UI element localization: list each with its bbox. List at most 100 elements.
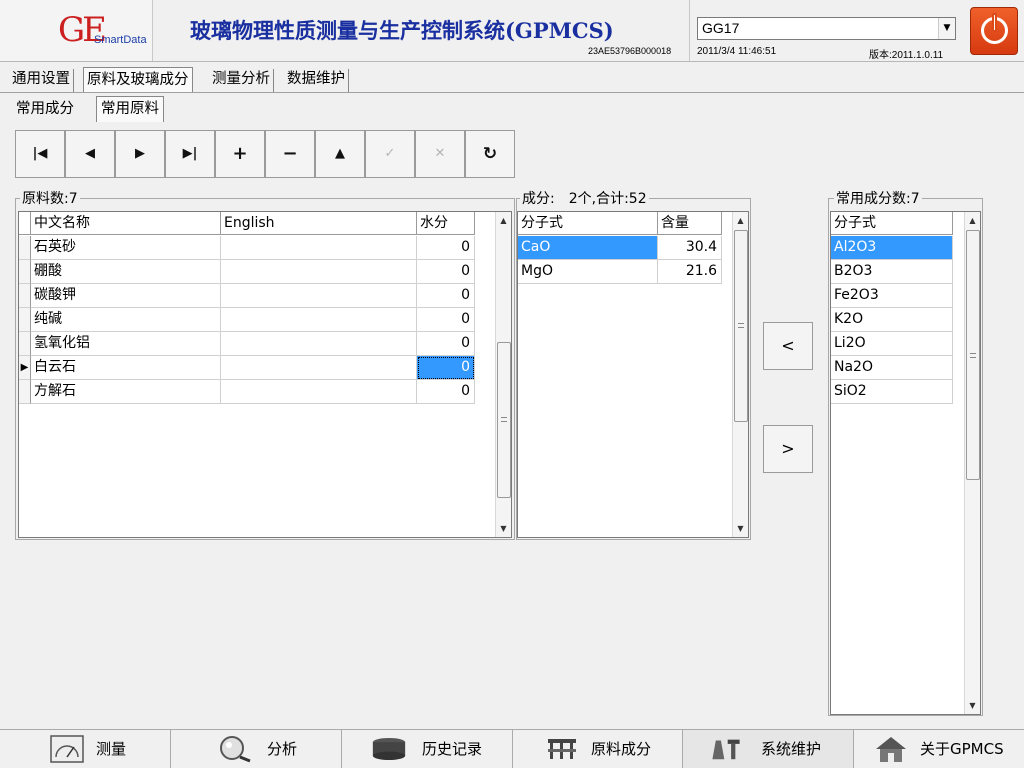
tab-measurement-analysis[interactable]: 测量分析 bbox=[209, 69, 274, 92]
subtab-common-components[interactable]: 常用成分 bbox=[13, 98, 77, 122]
table-row-name[interactable]: 石英砂 bbox=[31, 236, 221, 260]
table-row-name[interactable]: 硼酸 bbox=[31, 260, 221, 284]
config-select-value: GG17 bbox=[702, 20, 740, 36]
prev-record-button[interactable]: ◀ bbox=[65, 130, 115, 178]
last-record-button[interactable]: ▶| bbox=[165, 130, 215, 178]
nav-measure-button[interactable]: 测量 bbox=[0, 730, 171, 768]
scroll-up-icon[interactable]: ▲ bbox=[733, 212, 748, 229]
common-components-count-label: 常用成分数:7 bbox=[834, 191, 922, 207]
table-row-moisture[interactable]: 0 bbox=[417, 332, 475, 356]
table-row-moisture[interactable]: 0 bbox=[417, 236, 475, 260]
list-item[interactable]: K2O bbox=[831, 308, 953, 332]
common-components-grid[interactable]: 分子式 Al2O3 B2O3 Fe2O3 K2O Li2O Na2O SiO2 … bbox=[830, 211, 981, 715]
table-row-amount[interactable]: 30.4 bbox=[658, 236, 722, 260]
nav-maintenance-button[interactable]: 系统维护 bbox=[683, 730, 854, 768]
refresh-button[interactable]: ↻ bbox=[465, 130, 515, 178]
tab-materials-composition[interactable]: 原料及玻璃成分 bbox=[83, 67, 193, 93]
database-icon bbox=[372, 737, 406, 761]
column-header-amount[interactable]: 含量 bbox=[658, 212, 722, 235]
power-button[interactable] bbox=[970, 7, 1018, 55]
table-row-english[interactable] bbox=[221, 236, 417, 260]
scroll-thumb[interactable] bbox=[497, 342, 511, 498]
nav-about-button[interactable]: 关于GPMCS bbox=[854, 730, 1024, 768]
column-header-formula[interactable]: 分子式 bbox=[518, 212, 658, 235]
header-divider bbox=[689, 0, 690, 61]
nav-history-label: 历史记录 bbox=[422, 740, 483, 758]
table-row-name[interactable]: 纯碱 bbox=[31, 308, 221, 332]
header-bar: GE SmartData 玻璃物理性质测量与生产控制系统(GPMCS) 23AE… bbox=[0, 0, 1024, 62]
materials-grid[interactable]: 中文名称 English 水分 石英砂 0 硼酸 0 碳酸钾 0 纯碱 0 氢氧… bbox=[18, 211, 512, 538]
next-record-button[interactable]: ▶ bbox=[115, 130, 165, 178]
list-item[interactable]: Li2O bbox=[831, 332, 953, 356]
table-row-moisture[interactable]: 0 bbox=[417, 260, 475, 284]
gauge-icon bbox=[50, 735, 84, 763]
row-indicator[interactable] bbox=[19, 380, 31, 404]
subtab-common-materials[interactable]: 常用原料 bbox=[96, 96, 164, 122]
row-indicator[interactable] bbox=[19, 260, 31, 284]
tab-general-settings[interactable]: 通用设置 bbox=[9, 69, 74, 92]
current-row-arrow-icon[interactable]: ▶ bbox=[19, 356, 31, 380]
tab-data-maintenance[interactable]: 数据维护 bbox=[284, 69, 349, 92]
table-row-name[interactable]: 碳酸钾 bbox=[31, 284, 221, 308]
table-row-english[interactable] bbox=[221, 284, 417, 308]
scroll-thumb[interactable] bbox=[734, 230, 748, 422]
row-indicator[interactable] bbox=[19, 332, 31, 356]
materials-scrollbar[interactable]: ▲ ▼ bbox=[495, 212, 511, 537]
move-up-button[interactable]: ▲ bbox=[315, 130, 365, 178]
scroll-up-icon[interactable]: ▲ bbox=[496, 212, 511, 229]
column-header-name[interactable]: 中文名称 bbox=[31, 212, 221, 235]
tools-icon bbox=[712, 739, 740, 760]
composition-scrollbar[interactable]: ▲ ▼ bbox=[732, 212, 748, 537]
logo: GE SmartData bbox=[0, 0, 153, 61]
confirm-button[interactable]: ✓ bbox=[365, 130, 415, 178]
scroll-thumb[interactable] bbox=[966, 230, 980, 480]
config-select[interactable]: GG17 ▼ bbox=[697, 17, 956, 40]
table-row-english[interactable] bbox=[221, 356, 417, 380]
list-item-selected[interactable]: Al2O3 bbox=[831, 236, 953, 260]
list-item[interactable]: B2O3 bbox=[831, 260, 953, 284]
row-indicator[interactable] bbox=[19, 236, 31, 260]
cancel-button[interactable]: ✕ bbox=[415, 130, 465, 178]
table-row-moisture[interactable]: 0 bbox=[417, 380, 475, 404]
add-record-button[interactable]: + bbox=[215, 130, 265, 178]
list-item[interactable]: Fe2O3 bbox=[831, 284, 953, 308]
nav-analysis-label: 分析 bbox=[267, 740, 298, 758]
chevron-down-icon[interactable]: ▼ bbox=[938, 18, 955, 39]
grip-icon bbox=[970, 353, 976, 358]
column-header-formula[interactable]: 分子式 bbox=[831, 212, 953, 235]
scroll-down-icon[interactable]: ▼ bbox=[496, 520, 511, 537]
table-row-name[interactable]: 氢氧化铝 bbox=[31, 332, 221, 356]
composition-grid[interactable]: 分子式 含量 CaO 30.4 MgO 21.6 ▲ ▼ bbox=[517, 211, 749, 538]
move-right-button[interactable]: > bbox=[763, 425, 813, 473]
table-row-english[interactable] bbox=[221, 332, 417, 356]
column-header-english[interactable]: English bbox=[221, 212, 417, 235]
scroll-down-icon[interactable]: ▼ bbox=[733, 520, 748, 537]
magnifier-icon bbox=[220, 736, 251, 763]
common-components-scrollbar[interactable]: ▲ ▼ bbox=[964, 212, 980, 714]
first-record-button[interactable]: |◀ bbox=[15, 130, 65, 178]
nav-history-button[interactable]: 历史记录 bbox=[342, 730, 513, 768]
scroll-down-icon[interactable]: ▼ bbox=[965, 697, 980, 714]
list-item[interactable]: SiO2 bbox=[831, 380, 953, 404]
table-row-english[interactable] bbox=[221, 260, 417, 284]
table-row-moisture[interactable]: 0 bbox=[417, 284, 475, 308]
serial-number: 23AE53796B000018 bbox=[588, 46, 672, 56]
column-header-moisture[interactable]: 水分 bbox=[417, 212, 475, 235]
table-row-english[interactable] bbox=[221, 380, 417, 404]
table-row-moisture[interactable]: 0 bbox=[417, 308, 475, 332]
nav-analysis-button[interactable]: 分析 bbox=[171, 730, 342, 768]
table-row-name[interactable]: 白云石 bbox=[31, 356, 221, 380]
table-row-amount[interactable]: 21.6 bbox=[658, 260, 722, 284]
table-row-name[interactable]: 方解石 bbox=[31, 380, 221, 404]
move-left-button[interactable]: < bbox=[763, 322, 813, 370]
table-row-formula-selected[interactable]: CaO bbox=[518, 236, 658, 260]
row-indicator[interactable] bbox=[19, 284, 31, 308]
row-indicator[interactable] bbox=[19, 308, 31, 332]
table-row-english[interactable] bbox=[221, 308, 417, 332]
table-row-formula[interactable]: MgO bbox=[518, 260, 658, 284]
list-item[interactable]: Na2O bbox=[831, 356, 953, 380]
scroll-up-icon[interactable]: ▲ bbox=[965, 212, 980, 229]
nav-materials-button[interactable]: 原料成分 bbox=[513, 730, 683, 768]
remove-record-button[interactable]: − bbox=[265, 130, 315, 178]
table-row-moisture-selected[interactable]: 0 bbox=[417, 356, 475, 380]
